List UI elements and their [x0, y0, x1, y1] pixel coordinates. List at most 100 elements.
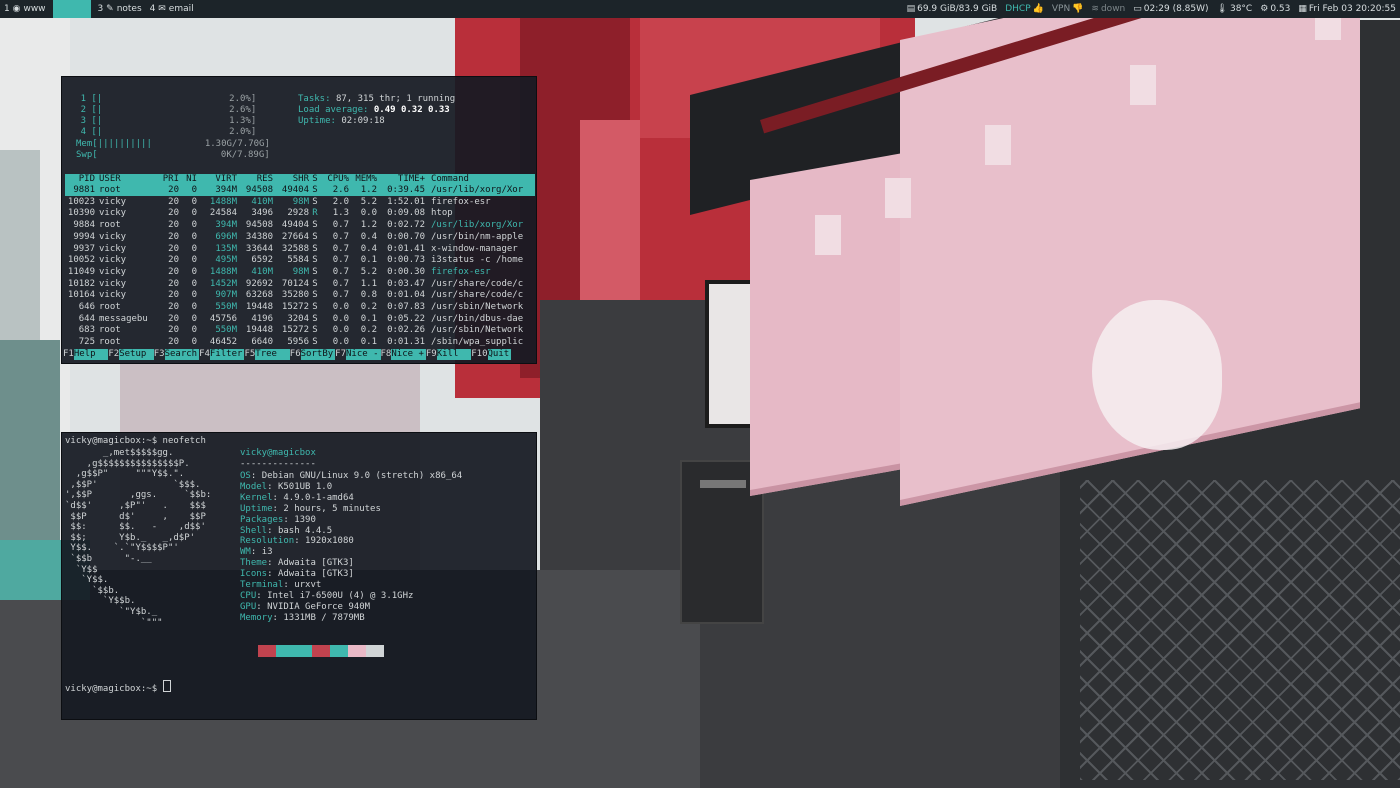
cell-pri: 20 [168, 255, 179, 266]
cpu-bar: [| [91, 127, 103, 137]
workspace-4-button[interactable]: 4 ✉ email [146, 0, 198, 18]
info-os: OS: Debian GNU/Linux 9.0 (stretch) x86_6… [240, 471, 462, 482]
col-command[interactable]: Command [425, 174, 531, 185]
vpn-label: VPN [1051, 4, 1071, 14]
table-row[interactable]: 10164 vicky 20 0 907M 63268 35280 S 0.7 0.8 0:01.0… [65, 290, 535, 301]
info-kernel: Kernel: 4.9.0-1-amd64 [240, 493, 354, 504]
fkey-f9-button[interactable]: F9 Kill [426, 349, 472, 360]
cell-pri: 20 [168, 208, 179, 219]
shell-prompt: vicky@magicbox:~$ [65, 684, 163, 694]
table-row[interactable]: 10182 vicky 20 0 1452M 92692 70124 S 0.7 1.1 0:03.… [65, 279, 535, 290]
col-mem[interactable]: MEM% [349, 174, 377, 185]
fkey-f5-button[interactable]: F5 Tree [244, 349, 290, 360]
load-average-value: 0.49 0.32 0.33 [373, 105, 450, 115]
col-user[interactable]: USER [95, 174, 157, 185]
cell-virt: 495M [215, 255, 237, 266]
cell-virt: 550M [215, 325, 237, 336]
fkey-label: Filter [209, 349, 245, 360]
cell-user: vicky [99, 290, 127, 301]
cell-ni: 0 [191, 266, 197, 277]
col-pid[interactable]: PID [65, 174, 95, 185]
cell-ni: 0 [191, 231, 197, 242]
info-key: Uptime [240, 503, 273, 514]
cpu-percent: 2.0%] [229, 94, 257, 104]
prompt-line[interactable]: vicky@magicbox:~$ [65, 680, 171, 695]
col-cpu[interactable]: CPU% [321, 174, 349, 185]
fkey-f6-button[interactable]: F6 SortBy [290, 349, 336, 360]
cell-pri: 20 [168, 290, 179, 301]
workspace-1-button[interactable]: 1 ◉ www [0, 0, 50, 18]
disk-usage: 69.9 GiB/83.9 GiB [917, 4, 998, 14]
cell-pri: 20 [168, 243, 179, 254]
temperature-label: 38°C [1229, 4, 1253, 14]
info-value: 1390 [294, 514, 316, 525]
workspace-3-button[interactable]: 3 ✎ notes [94, 0, 146, 18]
cpu-meter-3: 3 [| 1.3%] [76, 116, 257, 127]
info-key: CPU [240, 590, 257, 601]
text-cursor [162, 680, 171, 692]
cell-res: 94508 [245, 185, 273, 195]
col-ni[interactable]: NI [179, 174, 197, 185]
fkey-label: Nice - [346, 349, 381, 360]
wallpaper-curtain-tab [815, 215, 841, 255]
cell-pri: 20 [168, 185, 179, 195]
table-row[interactable]: 9884 root 20 0 394M 94508 49404 S 0.7 1.2 0:02.72 /… [65, 220, 535, 231]
table-row[interactable]: 725 root 20 0 46452 6640 5956 S 0.0 0.1 0:01.31/sb… [65, 337, 535, 348]
thumbs-up-icon: 👍 [1032, 4, 1044, 14]
browser-icon: ◉ [9, 4, 21, 14]
table-row[interactable]: 9937 vicky 20 0 135M 33644 32588 S 0.7 0.4 0:01.41… [65, 244, 535, 255]
info-colon: : [256, 601, 268, 612]
cell-cpu: 1.3 [332, 208, 349, 219]
table-row[interactable]: 10052 vicky 20 0 495M 6592 5584 S 0.7 0.1 0:00.73 i… [65, 255, 535, 266]
uptime-summary: Uptime: 02:09:18 [298, 116, 385, 127]
info-memory: Memory: 1331MB / 7879MB [240, 613, 365, 624]
info-key: Kernel [240, 492, 273, 503]
col-res[interactable]: RES [237, 174, 273, 185]
col-state[interactable]: S [309, 174, 321, 185]
col-shr[interactable]: SHR [273, 174, 309, 185]
col-virt[interactable]: VIRT [197, 174, 237, 185]
workspace-2-button-active[interactable] [52, 0, 91, 18]
neofetch-terminal-window[interactable]: vicky@magicbox:~$ neofetch _,met$$$$$gg.… [61, 432, 537, 720]
col-pri[interactable]: PRI [157, 174, 179, 185]
fkey-f8-button[interactable]: F8 Nice + [381, 349, 426, 360]
table-row[interactable]: 683 root 20 0 550M 19448 15272 S 0.0 0.2 0:02.26/u… [65, 325, 535, 336]
cell-mem: 0.1 [360, 337, 377, 348]
mem-value: 1.30G/7.70G] [204, 139, 270, 149]
fkey-f3-button[interactable]: F3 Search [154, 349, 200, 360]
cell-user: root [99, 302, 121, 312]
vpn-status: VPN 👎 [1052, 4, 1084, 14]
cpu-number: 1 [80, 94, 86, 104]
fkey-f4-button[interactable]: F4 Filter [199, 349, 245, 360]
cell-ni: 0 [191, 337, 197, 348]
cell-res: 19448 [245, 325, 273, 336]
fkey-f1-button[interactable]: F1 Help [63, 349, 109, 360]
info-key: Theme [240, 558, 268, 569]
cell-mem: 1.2 [360, 220, 377, 231]
table-row[interactable]: 11049 vicky 20 0 1488M 410M 98M S 0.7 5.2 0:00.30 f… [65, 267, 535, 278]
table-row-selected[interactable]: 9881 root 20 0 394M 94508 49404 S 2.6 1.2 0:39.45 /… [65, 185, 535, 196]
cpu-bar: [| [91, 94, 103, 104]
table-row[interactable]: 644 messagebu 20 0 45756 4196 3204 S 0.0 0.1 0:05.… [65, 314, 535, 325]
table-row[interactable]: 9994 vicky 20 0 696M 34380 27664 S 0.7 0.4 0:00.70… [65, 232, 535, 243]
htop-terminal-window[interactable]: 1 [| 2.0%] 2 [| 2.6%] 3 [| 1.3%] 4 [| 2.0%] … [61, 76, 537, 364]
cell-state: S [312, 290, 318, 301]
workspace-1-label: www [23, 4, 46, 14]
table-row[interactable]: 10390 vicky 20 0 24584 3496 2928 R 1.3 0.0 0:09.08… [65, 208, 535, 219]
cell-ni: 0 [191, 243, 197, 254]
fkey-f7-button[interactable]: F7 Nice - [335, 349, 381, 360]
fkey-key: F8 [380, 349, 392, 359]
wallpaper-curtain-tab [1130, 65, 1156, 105]
col-time[interactable]: TIME+ [377, 174, 425, 185]
table-row[interactable]: 646 root 20 0 550M 19448 15272 S 0.0 0.2 0:07.83/u… [65, 302, 535, 313]
fkey-f10-button[interactable]: F10 Quit [471, 349, 512, 360]
fkey-f2-button[interactable]: F2 Setup [108, 349, 154, 360]
cell-pid: 9884 [73, 220, 95, 231]
mem-bar: [|||||||||| [92, 139, 152, 149]
cpu-load-icon: ⚙ [1260, 4, 1269, 14]
calendar-icon: ▦ [1298, 4, 1307, 14]
info-value: NVIDIA GeForce 940M [267, 601, 371, 612]
cell-res: 410M [251, 196, 273, 207]
mem-meter: Mem[|||||||||| 1.30G/7.70G] [76, 139, 270, 150]
table-row[interactable]: 10023 vicky 20 0 1488M 410M 98M S 2.0 5.2 1:52.01 f… [65, 197, 535, 208]
